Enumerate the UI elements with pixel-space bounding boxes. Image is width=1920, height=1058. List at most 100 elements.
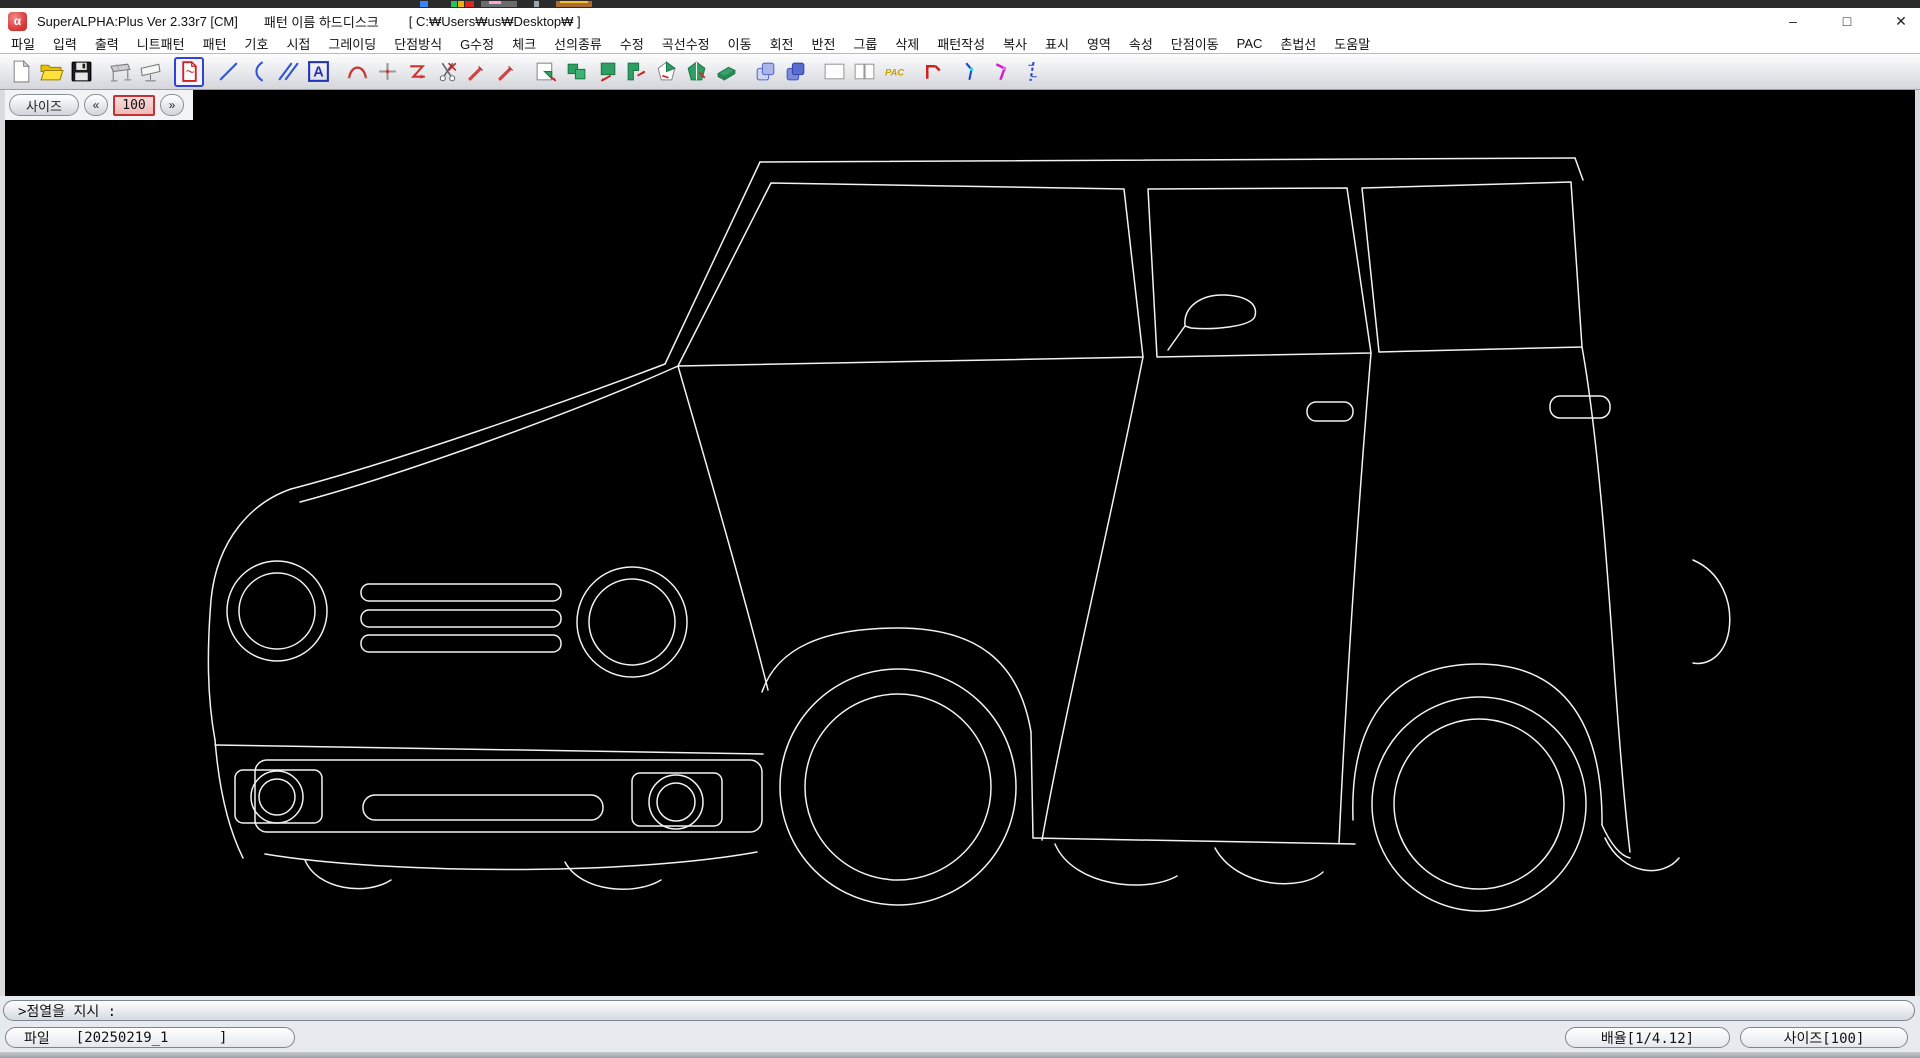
digitizer-icon[interactable] bbox=[135, 57, 165, 87]
menu-item-단점방식[interactable]: 단점방식 bbox=[385, 34, 451, 53]
menu-item-수정[interactable]: 수정 bbox=[611, 34, 653, 53]
pattern-file-icon[interactable] bbox=[174, 57, 204, 87]
stitch-pen-icon[interactable] bbox=[492, 57, 522, 87]
file-status-pill: 파일 [20250219_1 ] bbox=[5, 1027, 295, 1048]
plotter-icon[interactable] bbox=[105, 57, 135, 87]
menu-item-파일[interactable]: 파일 bbox=[2, 34, 44, 53]
app-logo-icon: α bbox=[8, 12, 27, 31]
taskbar-fragment bbox=[451, 1, 457, 7]
menu-item-선의종류[interactable]: 선의종류 bbox=[545, 34, 611, 53]
size-label-button[interactable]: 사이즈 bbox=[9, 94, 79, 116]
minimize-button[interactable]: – bbox=[1784, 13, 1802, 30]
menu-item-패턴작성[interactable]: 패턴작성 bbox=[928, 34, 994, 53]
line-icon[interactable] bbox=[213, 57, 243, 87]
maximize-button[interactable]: □ bbox=[1838, 13, 1856, 30]
copy-filled-icon[interactable] bbox=[780, 57, 810, 87]
menu-item-그레이딩[interactable]: 그레이딩 bbox=[319, 34, 385, 53]
parallel-lines-icon[interactable] bbox=[273, 57, 303, 87]
toolbar-separator bbox=[165, 59, 174, 85]
blue-path-icon[interactable] bbox=[957, 57, 987, 87]
file-path-label: [ C:₩Users₩us₩Desktop₩ ] bbox=[409, 14, 581, 29]
prompt-text: >점열을 지시 : bbox=[18, 1001, 116, 1021]
size-increase-button[interactable]: » bbox=[160, 94, 184, 116]
scale-status-badge: 배율[1/4.12] bbox=[1565, 1027, 1730, 1048]
car-wireframe-drawing bbox=[5, 90, 1915, 996]
awl-icon[interactable] bbox=[462, 57, 492, 87]
menu-item-삭제[interactable]: 삭제 bbox=[886, 34, 928, 53]
menu-item-체크[interactable]: 체크 bbox=[503, 34, 545, 53]
size-status-badge: 사이즈[100] bbox=[1740, 1027, 1908, 1048]
pac-export-icon[interactable] bbox=[879, 57, 909, 87]
toolbar-separator bbox=[204, 59, 213, 85]
toolbar-separator bbox=[909, 59, 918, 85]
menu-item-단점이동[interactable]: 단점이동 bbox=[1162, 34, 1228, 53]
menu-item-니트패턴[interactable]: 니트패턴 bbox=[128, 34, 194, 53]
menu-item-속성[interactable]: 속성 bbox=[1120, 34, 1162, 53]
file-name-value: [20250219_1 ] bbox=[76, 1030, 228, 1046]
size-control-strip: 사이즈 « » bbox=[5, 90, 193, 120]
point-cross-icon[interactable] bbox=[372, 57, 402, 87]
pattern-extract-icon[interactable] bbox=[531, 57, 561, 87]
menu-item-G수정[interactable]: G수정 bbox=[451, 34, 503, 53]
copy-outline-icon[interactable] bbox=[750, 57, 780, 87]
toolbar-separator bbox=[522, 59, 531, 85]
file-label: 파일 bbox=[24, 1028, 50, 1048]
menu-item-시접[interactable]: 시접 bbox=[277, 34, 319, 53]
magenta-path-icon[interactable] bbox=[987, 57, 1017, 87]
zigzag-arrow-icon[interactable] bbox=[402, 57, 432, 87]
eraser-icon[interactable] bbox=[711, 57, 741, 87]
menu-item-출력[interactable]: 출력 bbox=[86, 34, 128, 53]
taskbar-fragment bbox=[560, 1, 588, 3]
red-bracket-icon[interactable] bbox=[918, 57, 948, 87]
menu-item-PAC[interactable]: PAC bbox=[1228, 36, 1272, 51]
menu-item-입력[interactable]: 입력 bbox=[44, 34, 86, 53]
taskbar-fragment bbox=[420, 1, 428, 7]
taskbar-fragment bbox=[489, 1, 501, 4]
pattern-name-label: 패턴 이름 하드디스크 bbox=[264, 12, 379, 31]
menu-item-이동[interactable]: 이동 bbox=[719, 34, 761, 53]
menu-item-촌법선[interactable]: 촌법선 bbox=[1271, 34, 1325, 53]
arc-icon[interactable] bbox=[342, 57, 372, 87]
taskbar-fragment bbox=[458, 1, 464, 7]
pattern-pieces-icon[interactable] bbox=[561, 57, 591, 87]
pattern-corner-icon[interactable] bbox=[621, 57, 651, 87]
open-folder-icon[interactable] bbox=[36, 57, 66, 87]
menu-item-영역[interactable]: 영역 bbox=[1078, 34, 1120, 53]
pattern-divide-icon[interactable] bbox=[651, 57, 681, 87]
size-decrease-button[interactable]: « bbox=[84, 94, 108, 116]
save-icon[interactable] bbox=[66, 57, 96, 87]
pattern-move-icon[interactable] bbox=[591, 57, 621, 87]
menu-item-패턴[interactable]: 패턴 bbox=[194, 34, 236, 53]
dashed-line-icon[interactable] bbox=[1017, 57, 1047, 87]
toolbar-separator bbox=[741, 59, 750, 85]
title-bar: α SuperALPHA:Plus Ver 2.33r7 [CM] 패턴 이름 … bbox=[0, 8, 1920, 34]
menu-item-그룹[interactable]: 그룹 bbox=[844, 34, 886, 53]
close-button[interactable]: ✕ bbox=[1892, 13, 1910, 30]
menu-item-표시[interactable]: 표시 bbox=[1036, 34, 1078, 53]
menu-item-도움말[interactable]: 도움말 bbox=[1325, 34, 1379, 53]
menu-item-기호[interactable]: 기호 bbox=[236, 34, 278, 53]
toolbar-separator bbox=[810, 59, 819, 85]
menu-item-회전[interactable]: 회전 bbox=[761, 34, 803, 53]
toolbar-separator bbox=[96, 59, 105, 85]
scissors-icon[interactable] bbox=[432, 57, 462, 87]
menu-item-곡선수정[interactable]: 곡선수정 bbox=[653, 34, 719, 53]
drawing-canvas[interactable]: 사이즈 « » bbox=[0, 90, 1920, 996]
taskbar-fragment bbox=[534, 1, 539, 7]
window-bottom-edge bbox=[0, 1052, 1920, 1058]
size-input[interactable] bbox=[113, 95, 155, 116]
new-document-icon[interactable] bbox=[6, 57, 36, 87]
toolbar-separator bbox=[333, 59, 342, 85]
toolbar-separator bbox=[948, 59, 957, 85]
screen-top-strip bbox=[0, 0, 1920, 8]
menu-item-복사[interactable]: 복사 bbox=[994, 34, 1036, 53]
region-double-rect-icon[interactable] bbox=[849, 57, 879, 87]
menu-item-반전[interactable]: 반전 bbox=[802, 34, 844, 53]
text-icon[interactable] bbox=[303, 57, 333, 87]
menu-bar: 파일입력출력니트패턴패턴기호시접그레이딩단점방식G수정체크선의종류수정곡선수정이… bbox=[0, 34, 1920, 53]
curve-icon[interactable] bbox=[243, 57, 273, 87]
region-rect-icon[interactable] bbox=[819, 57, 849, 87]
pattern-merge-icon[interactable] bbox=[681, 57, 711, 87]
footer: >점열을 지시 : 파일 [20250219_1 ] 배율[1/4.12] 사이… bbox=[0, 996, 1920, 1058]
window-title: SuperALPHA:Plus Ver 2.33r7 [CM] bbox=[37, 14, 238, 29]
